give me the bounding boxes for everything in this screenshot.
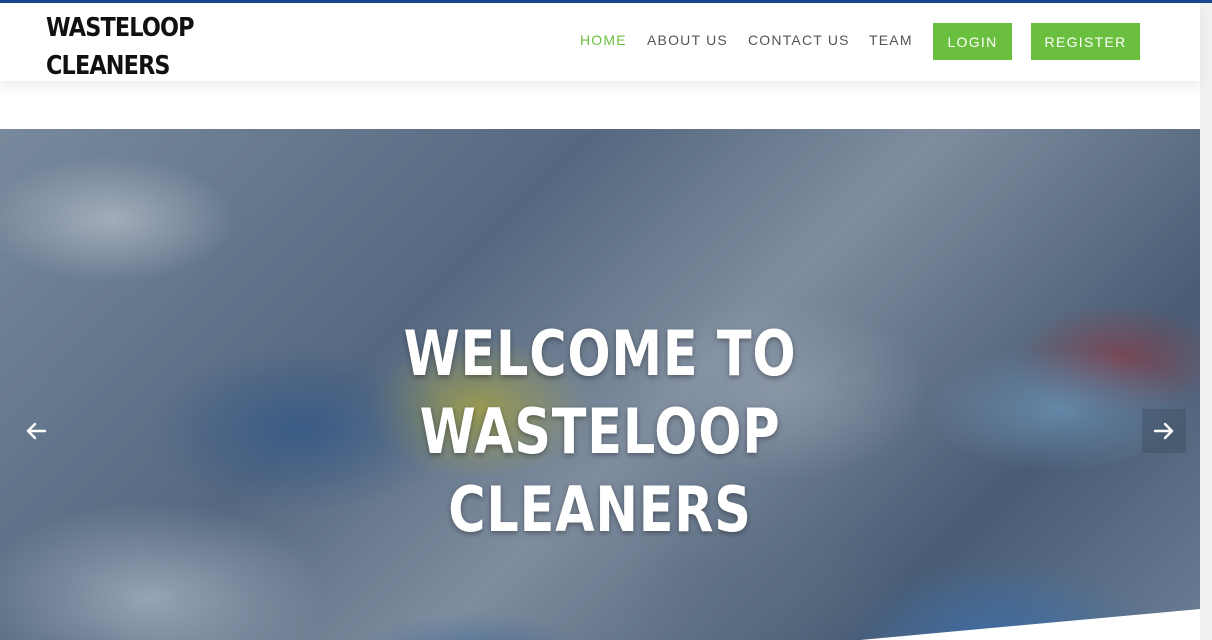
hero-title: WELCOME TO WASTELOOP CLEANERS: [354, 315, 846, 549]
nav-contact-us[interactable]: CONTACT US: [748, 32, 850, 48]
arrow-right-icon: [1153, 422, 1174, 440]
hero-title-line-2: WASTELOOP: [419, 395, 781, 468]
nav-about-us[interactable]: ABOUT US: [647, 32, 728, 48]
hero-title-line-3: CLEANERS: [448, 473, 752, 546]
main-nav: HOME ABOUT US CONTACT US TEAM: [0, 32, 1200, 52]
arrow-left-icon: [26, 422, 47, 440]
carousel-next-button[interactable]: [1142, 409, 1186, 453]
nav-team[interactable]: TEAM: [869, 32, 913, 48]
login-button[interactable]: LOGIN: [933, 23, 1012, 60]
nav-home[interactable]: HOME: [580, 32, 627, 48]
page-scrollbar[interactable]: [1200, 3, 1212, 640]
site-header: WASTELOOP CLEANERS HOME ABOUT US CONTACT…: [0, 3, 1200, 81]
brand-line-2: CLEANERS: [46, 51, 171, 81]
register-button[interactable]: REGISTER: [1031, 23, 1140, 60]
hero-title-line-1: WELCOME TO: [403, 317, 797, 390]
hero-carousel: WELCOME TO WASTELOOP CLEANERS: [0, 129, 1200, 640]
carousel-prev-button[interactable]: [14, 409, 58, 453]
